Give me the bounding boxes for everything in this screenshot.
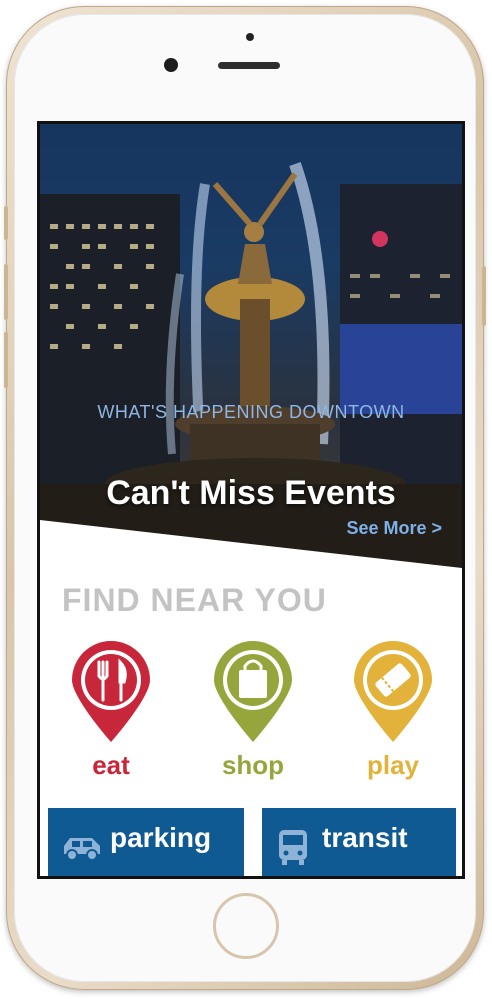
hero-subtitle: WHAT'S HAPPENING DOWNTOWN <box>97 402 405 422</box>
category-label-eat: eat <box>92 750 130 780</box>
find-near-you-heading: FIND NEAR YOU <box>62 582 327 618</box>
ticket-icon <box>354 641 432 742</box>
volume-down-button <box>4 332 8 388</box>
category-label-shop: shop <box>221 750 285 780</box>
volume-up-button <box>4 264 8 320</box>
parking-label: parking <box>110 822 212 853</box>
front-camera <box>164 58 178 72</box>
parking-tile[interactable]: parking <box>48 808 244 876</box>
category-label-play: play <box>366 750 420 780</box>
category-play[interactable]: play <box>348 640 438 781</box>
power-button <box>482 266 486 326</box>
bus-icon <box>279 830 307 865</box>
category-shop[interactable]: shop <box>208 640 298 781</box>
proximity-sensor <box>246 33 254 41</box>
home-button[interactable] <box>213 893 279 959</box>
hero-title: Can't Miss Events <box>106 474 396 512</box>
category-eat[interactable]: eat <box>66 640 156 781</box>
earpiece-speaker <box>218 62 280 69</box>
transit-tile[interactable]: transit <box>262 808 456 876</box>
see-more-link[interactable]: See More > <box>346 518 442 539</box>
app-screen: WHAT'S HAPPENING DOWNTOWN Can't Miss Eve… <box>37 121 465 879</box>
car-icon <box>64 838 100 861</box>
shopping-bag-icon <box>214 641 292 742</box>
fork-knife-icon <box>72 641 150 742</box>
mute-switch <box>4 206 8 240</box>
transit-label: transit <box>322 822 408 853</box>
